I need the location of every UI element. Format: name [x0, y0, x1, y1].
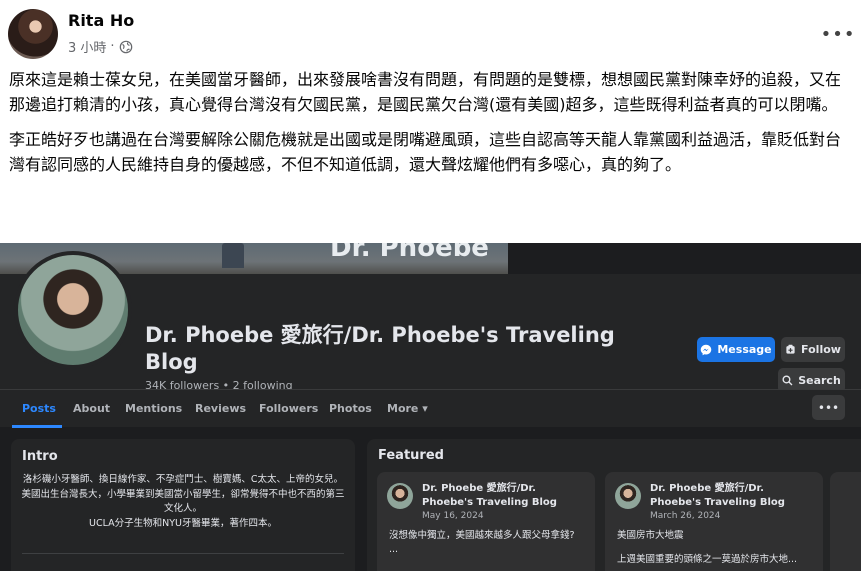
- featured-card-partial: [830, 472, 861, 571]
- intro-divider: [22, 553, 344, 554]
- tab-reviews: Reviews: [195, 402, 247, 415]
- active-tab-indicator: [12, 425, 62, 428]
- post-meta: 3 小時 ·: [68, 37, 133, 56]
- featured-text: 沒想像中獨立，美國越來越多人跟父母拿錢? ...: [389, 529, 587, 557]
- post-paragraph-2: 李正皓好歹也講過在台灣要解除公關危機就是出國或是閉嘴避風頭，這些自認高等天龍人靠…: [9, 130, 842, 174]
- page-tabs: Posts About Mentions Reviews Followers P…: [0, 389, 861, 428]
- tabs-options-button: •••: [812, 395, 845, 420]
- post-time[interactable]: 3 小時: [68, 37, 106, 56]
- post-options-button[interactable]: •••: [821, 19, 855, 49]
- message-button: Message: [697, 337, 775, 362]
- message-label: Message: [717, 343, 772, 356]
- author-name[interactable]: Rita Ho: [68, 11, 134, 30]
- featured-date: May 16, 2024: [422, 511, 484, 521]
- search-icon: [782, 375, 793, 386]
- featured-text-extra: ...: [389, 544, 399, 555]
- tab-mentions: Mentions: [125, 402, 183, 415]
- featured-author: Dr. Phoebe 愛旅行/Dr. Phoebe's Traveling Bl…: [422, 483, 557, 508]
- post-header: Rita Ho 3 小時 · •••: [8, 9, 855, 59]
- embedded-screenshot[interactable]: Dr. Phoebe Dr. Phoebe 愛旅行/Dr. Phoebe's T…: [0, 243, 861, 571]
- intro-line-1: 洛杉磯小牙醫師、換日線作家、不孕症鬥士、樹寶媽、C太太、上帝的女兒。: [22, 474, 344, 485]
- featured-post-card: Dr. Phoebe 愛旅行/Dr. Phoebe's Traveling Bl…: [605, 472, 823, 571]
- tab-posts: Posts: [22, 402, 56, 415]
- featured-author: Dr. Phoebe 愛旅行/Dr. Phoebe's Traveling Bl…: [650, 483, 785, 508]
- tab-photos: Photos: [329, 402, 372, 415]
- intro-line-3: UCLA分子生物和NYU牙醫畢業，著作四本。: [89, 517, 277, 529]
- tab-about: About: [73, 402, 111, 415]
- meta-separator: ·: [110, 39, 115, 54]
- follow-button: Follow: [781, 337, 845, 362]
- page-name: Dr. Phoebe 愛旅行/Dr. Phoebe's Traveling Bl…: [145, 323, 615, 374]
- featured-text: 美國房市大地震 上週美國重要的頭條之一莫過於房市大地...: [617, 529, 815, 567]
- search-label: Search: [798, 374, 841, 387]
- messenger-icon: [701, 344, 712, 355]
- featured-text-line: 美國房市大地震: [617, 530, 684, 541]
- post-body: 原來這是賴士葆女兒，在美國當牙醫師，出來發展啥書沒有問題，有問題的是雙標，想想國…: [9, 67, 855, 187]
- cover-figure: [222, 243, 244, 268]
- cover-text: Dr. Phoebe: [330, 243, 489, 263]
- follow-label: Follow: [801, 343, 841, 356]
- featured-post-card: Dr. Phoebe 愛旅行/Dr. Phoebe's Traveling Bl…: [377, 472, 595, 571]
- tab-more: More ▾: [387, 402, 428, 415]
- intro-card: Intro 洛杉磯小牙醫師、換日線作家、不孕症鬥士、樹寶媽、C太太、上帝的女兒。…: [11, 439, 355, 571]
- globe-icon: [119, 40, 132, 53]
- post-paragraph-1: 原來這是賴士葆女兒，在美國當牙醫師，出來發展啥書沒有問題，有問題的是雙標，想想國…: [9, 70, 842, 114]
- featured-text-line: 沒想像中獨立，美國越來越多人跟父母拿錢?: [389, 530, 575, 541]
- author-avatar[interactable]: [8, 9, 58, 59]
- featured-avatar: [615, 483, 641, 509]
- featured-date: March 26, 2024: [650, 511, 721, 521]
- featured-title: Featured: [378, 448, 444, 463]
- page-profile-picture: [14, 251, 132, 369]
- featured-avatar: [387, 483, 413, 509]
- intro-bio: 洛杉磯小牙醫師、換日線作家、不孕症鬥士、樹寶媽、C太太、上帝的女兒。 美國出生台…: [19, 473, 347, 531]
- intro-line-2: 美國出生台灣長大，小學畢業到美國當小留學生，卻常覺得不中也不西的第三文化人。: [21, 488, 345, 515]
- featured-section: Featured Dr. Phoebe 愛旅行/Dr. Phoebe's Tra…: [367, 439, 861, 571]
- intro-title: Intro: [22, 449, 58, 464]
- follow-icon: [786, 344, 795, 354]
- featured-text-extra: 上週美國重要的頭條之一莫過於房市大地...: [617, 554, 798, 565]
- tab-followers: Followers: [259, 402, 319, 415]
